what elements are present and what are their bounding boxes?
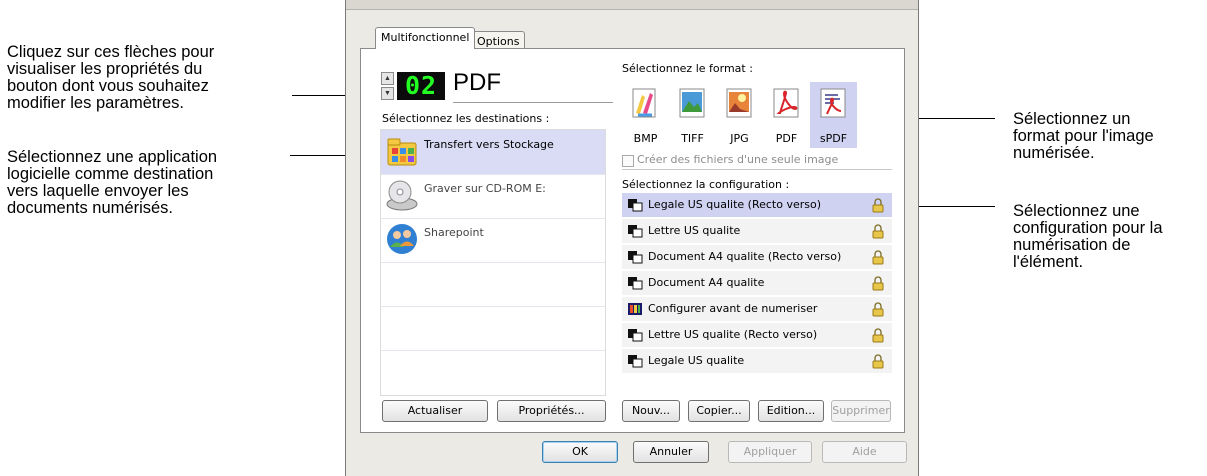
checkbox-label: Créer des fichiers d'une seule image	[637, 153, 839, 166]
pdf-acrobat-icon	[773, 88, 799, 118]
config-label: Legale US qualite	[648, 354, 745, 367]
lock-icon	[872, 224, 884, 239]
refresh-button[interactable]: Actualiser	[382, 400, 488, 422]
format-heading: Sélectionnez le format :	[622, 62, 753, 75]
lock-icon	[872, 276, 884, 291]
row-divider	[381, 350, 605, 351]
config-item[interactable]: Document A4 qualite	[622, 271, 892, 295]
tab-multifonctionnel[interactable]: Multifonctionnel	[375, 27, 476, 49]
color-configure-icon	[628, 303, 642, 315]
config-item[interactable]: Document A4 qualite (Recto verso)	[622, 245, 892, 269]
configuration-list: Legale US qualite (Recto verso) Lettre U…	[622, 193, 892, 383]
lock-icon	[872, 328, 884, 343]
help-button[interactable]: Aide	[822, 441, 907, 463]
profile-number-display: 02	[397, 72, 445, 100]
bw-scan-icon	[628, 225, 643, 238]
spin-down-arrow-icon[interactable]: ▼	[381, 87, 394, 100]
profile-spinner[interactable]: ▲ ▼	[381, 72, 394, 100]
spin-up-arrow-icon[interactable]: ▲	[381, 72, 394, 85]
config-item[interactable]: Lettre US qualite (Recto verso)	[622, 323, 892, 347]
format-label: PDF	[775, 132, 798, 145]
config-label: Lettre US qualite	[648, 224, 741, 237]
properties-button[interactable]: Propriétés...	[497, 400, 606, 422]
callout-format: Sélectionnez un format pour l'image numé…	[1013, 110, 1154, 162]
config-label: Document A4 qualite (Recto verso)	[648, 250, 842, 263]
tiff-image-icon	[679, 88, 705, 118]
destinations-heading: Sélectionnez les destinations :	[382, 112, 550, 125]
config-item[interactable]: Legale US qualite	[622, 349, 892, 373]
configuration-heading: Sélectionnez la configuration :	[622, 178, 790, 191]
bw-scan-icon	[628, 199, 643, 212]
lock-icon	[872, 250, 884, 265]
lock-icon	[872, 198, 884, 213]
destination-item-sharepoint[interactable]: Sharepoint	[381, 218, 605, 262]
properties-dialog: Multifonctionnel Options ▲ ▼ 02 PDF Séle…	[345, 0, 919, 476]
row-divider	[381, 262, 605, 263]
format-label: BMP	[633, 132, 658, 145]
config-item[interactable]: Lettre US qualite	[622, 219, 892, 243]
profile-name: PDF	[453, 68, 613, 103]
config-label: Configurer avant de numeriser	[648, 302, 818, 315]
storage-folder-icon	[387, 138, 417, 166]
bw-scan-icon	[628, 251, 643, 264]
config-item[interactable]: Legale US qualite (Recto verso)	[622, 193, 892, 217]
tab-options[interactable]: Options	[471, 31, 526, 49]
config-label: Lettre US qualite (Recto verso)	[648, 328, 818, 341]
single-image-checkbox[interactable]: Créer des fichiers d'une seule image	[622, 153, 892, 170]
bw-scan-icon	[628, 277, 643, 290]
checkbox-box[interactable]	[622, 155, 634, 167]
destination-label: Sharepoint	[424, 226, 484, 239]
callout-destination: Sélectionnez une application logicielle …	[7, 148, 218, 217]
bmp-paint-icon	[632, 88, 656, 118]
format-tiff[interactable]: TIFF	[669, 82, 716, 148]
format-spdf[interactable]: sPDF	[810, 82, 857, 148]
destination-list: Transfert vers Stockage Graver sur CD-RO…	[380, 129, 606, 396]
destination-label: Transfert vers Stockage	[424, 138, 554, 151]
format-label: TIFF	[681, 132, 704, 145]
config-label: Document A4 qualite	[648, 276, 765, 289]
format-jpg[interactable]: JPG	[716, 82, 763, 148]
copy-button[interactable]: Copier...	[688, 400, 750, 422]
delete-button[interactable]: Supprimer	[831, 400, 891, 422]
sharepoint-people-icon	[387, 224, 417, 254]
config-item[interactable]: Configurer avant de numeriser	[622, 297, 892, 321]
destination-label: Graver sur CD-ROM E:	[424, 182, 546, 195]
cd-drive-icon	[386, 180, 418, 211]
new-button[interactable]: Nouv...	[622, 400, 680, 422]
dialog-top-edge	[346, 0, 918, 10]
lock-icon	[872, 354, 884, 369]
format-label: JPG	[730, 132, 749, 145]
edit-button[interactable]: Edition...	[758, 400, 824, 422]
jpg-image-icon	[726, 88, 752, 118]
destination-item-cd[interactable]: Graver sur CD-ROM E:	[381, 174, 605, 218]
config-label: Legale US qualite (Recto verso)	[648, 198, 822, 211]
callout-arrows: Cliquez sur ces flèches pour visualiser …	[7, 43, 215, 112]
row-divider	[381, 306, 605, 307]
cancel-button[interactable]: Annuler	[633, 441, 709, 463]
format-bmp[interactable]: BMP	[622, 82, 669, 148]
ok-button[interactable]: OK	[542, 441, 618, 463]
apply-button[interactable]: Appliquer	[728, 441, 812, 463]
bw-scan-icon	[628, 329, 643, 342]
format-pdf[interactable]: PDF	[763, 82, 810, 148]
spdf-searchable-icon	[820, 88, 846, 118]
bw-scan-icon	[628, 355, 643, 368]
destination-item-storage[interactable]: Transfert vers Stockage	[381, 130, 605, 174]
format-label: sPDF	[819, 132, 848, 145]
lock-icon	[872, 302, 884, 317]
callout-configuration: Sélectionnez une configuration pour la n…	[1013, 202, 1163, 271]
